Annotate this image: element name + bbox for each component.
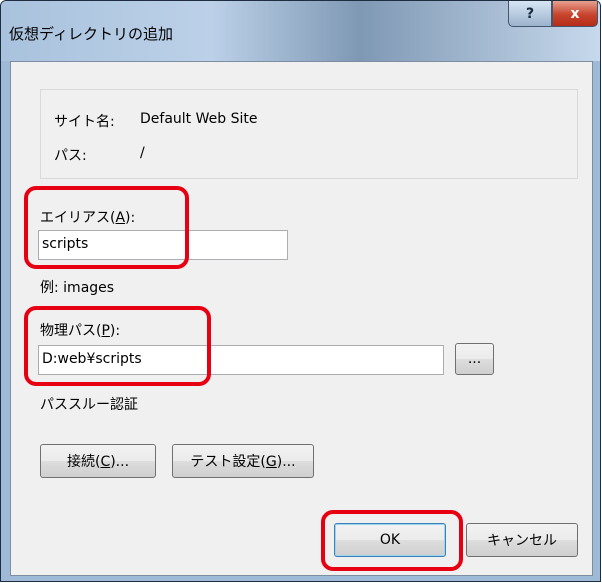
connect-as-button-label: 接続(C)...	[66, 454, 130, 470]
cancel-button[interactable]: キャンセル	[466, 523, 578, 557]
dialog-content: サイト名: Default Web Site パス: / エイリアス(A): s…	[10, 61, 593, 576]
help-button[interactable]: ?	[508, 1, 552, 27]
browse-button[interactable]: ...	[455, 343, 494, 375]
site-info-group: サイト名: Default Web Site パス: /	[40, 89, 578, 179]
path-label: パス:	[54, 148, 87, 164]
test-settings-button-label: テスト設定(G)...	[190, 454, 296, 470]
physical-path-label: 物理パス(P):	[40, 323, 121, 339]
ok-button[interactable]: OK	[334, 523, 446, 557]
browse-button-label: ...	[467, 351, 482, 367]
pass-through-auth-label: パススルー認証	[40, 397, 138, 413]
site-name-value: Default Web Site	[140, 111, 258, 127]
help-icon: ?	[525, 5, 535, 22]
close-button[interactable]: x	[552, 1, 598, 27]
connect-as-button[interactable]: 接続(C)...	[40, 444, 156, 478]
close-icon: x	[570, 5, 580, 22]
cancel-button-label: キャンセル	[487, 533, 557, 549]
site-name-label: サイト名:	[54, 114, 115, 130]
dialog-window: 仮想ディレクトリの追加 ? x サイト名: Default Web Site パ…	[0, 0, 601, 582]
title-bar[interactable]: 仮想ディレクトリの追加 ? x	[1, 1, 600, 61]
alias-label: エイリアス(A):	[40, 210, 136, 226]
physical-path-input[interactable]: D:web¥scripts	[38, 345, 444, 375]
dialog-title: 仮想ディレクトリの追加	[9, 25, 173, 43]
test-settings-button[interactable]: テスト設定(G)...	[172, 444, 314, 478]
alias-input[interactable]: scripts	[38, 230, 288, 260]
alias-example: 例: images	[40, 280, 115, 296]
path-value: /	[140, 145, 145, 161]
ok-button-label: OK	[379, 532, 401, 548]
